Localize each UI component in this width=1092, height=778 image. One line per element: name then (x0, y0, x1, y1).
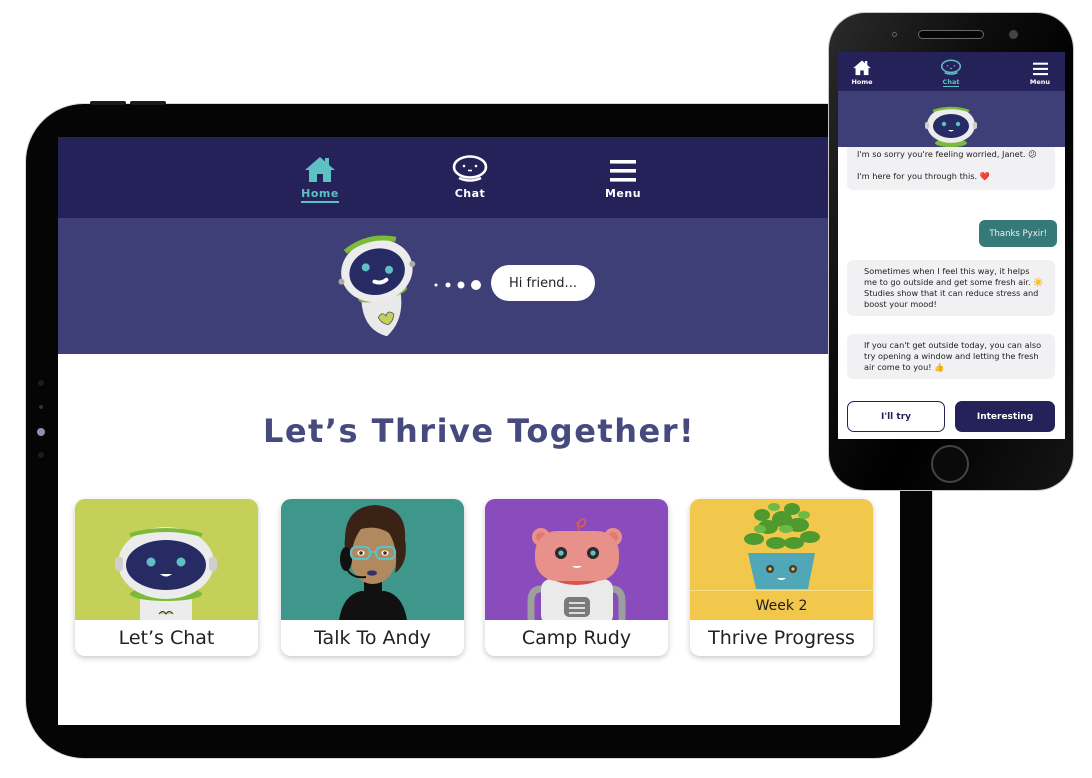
phone-sensor (892, 32, 897, 37)
hamburger-menu-icon (583, 155, 663, 183)
pyxir-robot-illustration (333, 234, 431, 343)
tablet-top-button (130, 101, 166, 105)
week-badge: Week 2 (690, 590, 873, 620)
robot-pyxir-art (75, 499, 258, 620)
card-talk-to-andy[interactable]: Talk To Andy (281, 499, 464, 656)
card-lets-chat[interactable]: Let’s Chat (75, 499, 258, 656)
pyxir-robot-avatar (922, 103, 980, 154)
hamburger-menu-icon (1018, 59, 1062, 76)
phone-top-navigation: Home Chat Menu (838, 52, 1065, 91)
robot-chat-icon (929, 59, 973, 76)
top-navigation: Home Chat Menu (58, 137, 900, 218)
phone-device: Home Chat Menu I'm so sorry you're feeli… (829, 13, 1073, 490)
greeting-bubble: Hi friend... (491, 265, 595, 301)
card-camp-rudy[interactable]: Camp Rudy (485, 499, 668, 656)
phone-home-button[interactable] (931, 445, 969, 483)
typing-dots (434, 278, 486, 297)
andy-avatar-art (281, 499, 464, 620)
phone-nav-home[interactable]: Home (840, 59, 884, 86)
nav-home[interactable]: Home (280, 155, 360, 203)
home-icon (840, 59, 884, 76)
phone-screen: Home Chat Menu I'm so sorry you're feeli… (838, 52, 1065, 439)
tablet-sensor (39, 405, 43, 409)
quick-reply-interesting[interactable]: Interesting (955, 401, 1055, 432)
tablet-camera (37, 428, 45, 436)
phone-hero-banner (838, 91, 1065, 147)
tablet-sensor (38, 452, 44, 458)
quick-reply-ill-try[interactable]: I'll try (847, 401, 945, 432)
phone-speaker (918, 30, 984, 39)
phone-nav-chat[interactable]: Chat (929, 59, 973, 87)
nav-menu[interactable]: Menu (583, 155, 663, 200)
page-title: Let’s Thrive Together! (262, 412, 696, 450)
plant-pot-art: Week 2 (690, 499, 873, 620)
home-icon (280, 155, 360, 183)
tablet-top-button (90, 101, 126, 105)
phone-nav-menu[interactable]: Menu (1018, 59, 1062, 86)
hero-banner: Hi friend... (58, 218, 900, 354)
robot-chat-icon (430, 155, 510, 183)
bot-message: If you can't get outside today, you can … (847, 334, 1055, 379)
rudy-bear-robot-art (485, 499, 668, 620)
tablet-screen: Home Chat Menu Hi friend... Let’s Thrive… (58, 137, 900, 725)
user-message: Thanks Pyxir! (979, 220, 1057, 247)
tablet-device: Home Chat Menu Hi friend... Let’s Thrive… (26, 101, 932, 758)
bot-message: Sometimes when I feel this way, it helps… (847, 260, 1055, 316)
tablet-sensor (38, 380, 44, 386)
phone-camera (1009, 30, 1018, 39)
nav-chat[interactable]: Chat (430, 155, 510, 200)
card-thrive-progress[interactable]: Week 2 Thrive Progress (690, 499, 873, 656)
